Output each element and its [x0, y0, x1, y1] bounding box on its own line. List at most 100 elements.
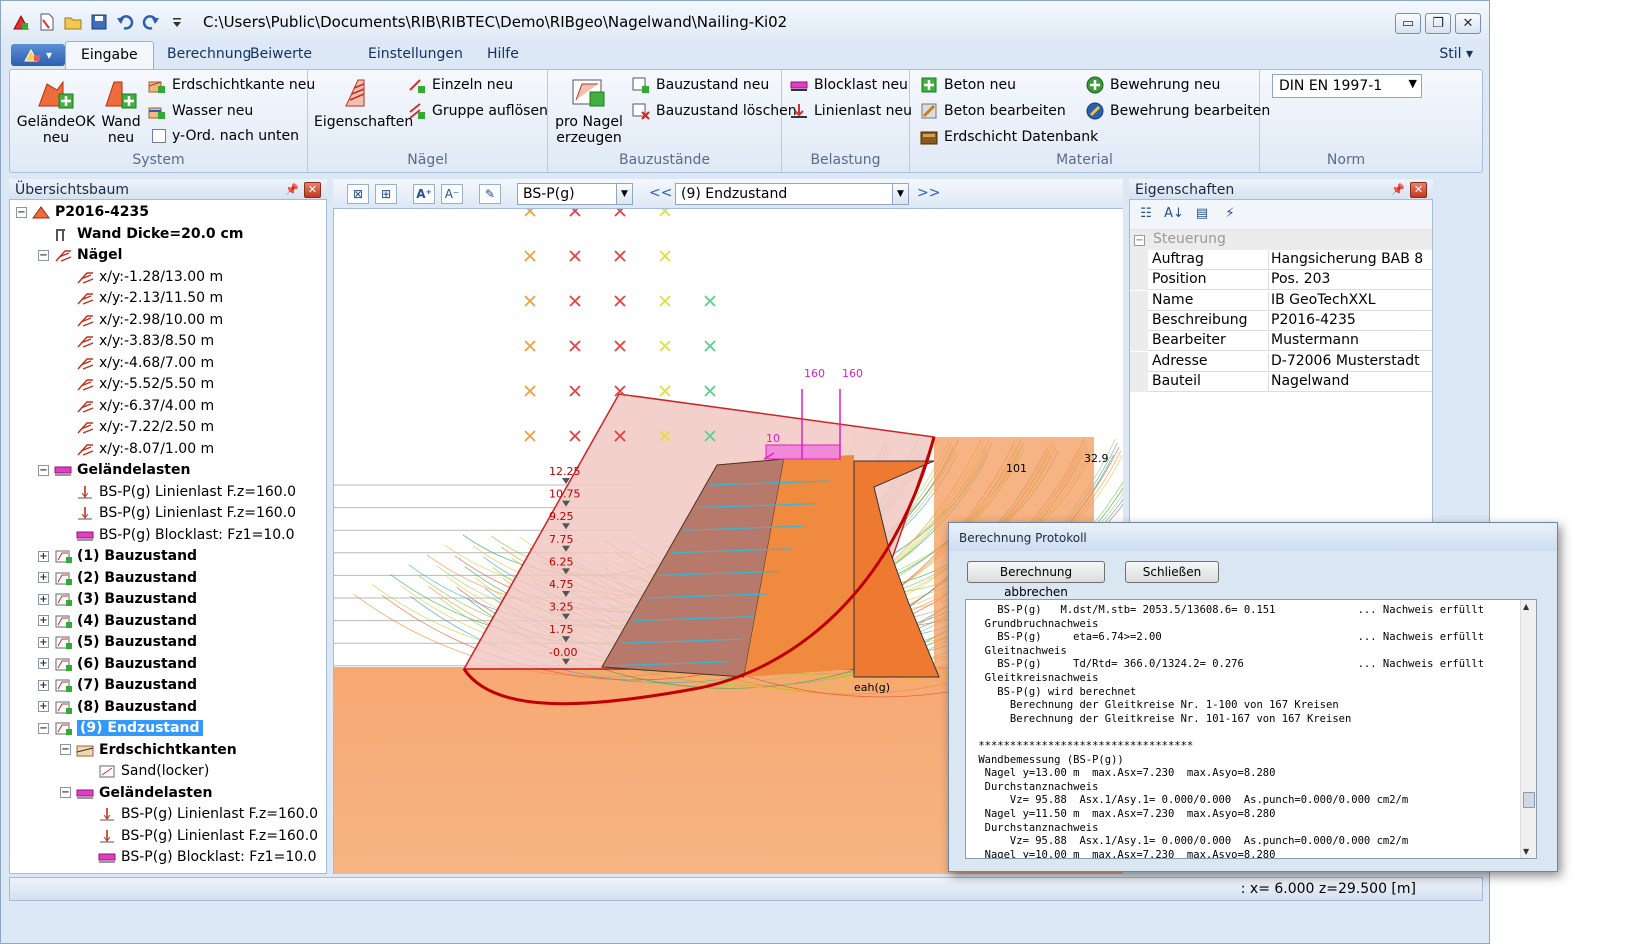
application-menu-button[interactable]: ▾ [11, 44, 65, 66]
property-row[interactable]: Bearbeiter Mustermann [1130, 331, 1432, 352]
tree-node[interactable]: x/y:-1.28/13.00 m [60, 267, 223, 287]
expand-icon[interactable]: + [38, 701, 49, 712]
y-ord-checkbox[interactable]: y-Ord. nach unten [150, 128, 299, 144]
property-row[interactable]: Beschreibung P2016-4235 [1130, 310, 1432, 331]
property-row[interactable]: Name IB GeoTechXXL [1130, 290, 1432, 311]
customize-toolbar-icon[interactable] [167, 12, 187, 32]
collapse-icon[interactable]: − [38, 249, 49, 261]
beton-new-button[interactable]: Beton neu [920, 76, 1016, 94]
stil-menu[interactable]: Stil ▾ [1439, 46, 1473, 62]
tree-node[interactable]: + (6) Bauzustand [38, 654, 197, 674]
categorized-icon[interactable]: ☷ [1136, 206, 1156, 224]
beton-edit-button[interactable]: Beton bearbeiten [920, 102, 1066, 120]
scroll-up-icon[interactable]: ▲ [1523, 602, 1529, 611]
tree-node[interactable]: − Geländelasten [60, 783, 212, 803]
collapse-icon[interactable]: − [60, 744, 71, 755]
collapse-icon[interactable]: − [38, 464, 49, 476]
edit-pencil-icon[interactable]: ✎ [479, 184, 501, 204]
collapse-icon[interactable]: − [16, 206, 27, 218]
property-pages-icon[interactable]: ▤ [1192, 206, 1212, 224]
property-row[interactable]: Bauteil Nagelwand [1130, 371, 1432, 392]
log-scrollbar[interactable]: ▲ ▼ [1520, 600, 1536, 858]
maximize-button[interactable]: ❐ [1425, 13, 1451, 34]
tree-node[interactable]: x/y:-8.07/1.00 m [60, 439, 214, 459]
tree-node[interactable]: − P2016-4235 [16, 202, 149, 222]
collapse-icon[interactable]: − [38, 722, 49, 734]
tree-node[interactable]: BS-P(g) Linienlast F.z=160.0 [82, 804, 318, 824]
category-steuerung[interactable]: − Steuerung [1130, 230, 1432, 250]
tree-node[interactable]: Sand(locker) [82, 761, 209, 781]
font-larger-icon[interactable]: A⁺ [413, 184, 435, 204]
tree-node[interactable]: x/y:-5.52/5.50 m [60, 374, 214, 394]
save-icon[interactable] [89, 12, 109, 32]
tree-node[interactable]: BS-P(g) Linienlast F.z=160.0 [60, 503, 296, 523]
property-row[interactable]: Position Pos. 203 [1130, 270, 1432, 291]
gruppe-aufloesen-button[interactable]: Gruppe auflösen [408, 102, 548, 120]
property-value[interactable]: D-72006 Musterstadt [1268, 352, 1420, 372]
redo-icon[interactable] [141, 12, 161, 32]
blocklast-new-button[interactable]: Blocklast neu [790, 76, 908, 94]
tree-node[interactable]: x/y:-3.83/8.50 m [60, 331, 214, 351]
tree-node[interactable]: x/y:-4.68/7.00 m [60, 353, 214, 373]
tree-node[interactable]: + (2) Bauzustand [38, 568, 197, 588]
pin-icon[interactable]: 📌 [285, 183, 299, 196]
tab-einstellungen[interactable]: Einstellungen [360, 46, 471, 62]
pin-icon[interactable]: 📌 [1391, 183, 1405, 196]
app-icon[interactable] [11, 12, 31, 32]
tree-node[interactable]: + (3) Bauzustand [38, 589, 197, 609]
tab-beiwerte[interactable]: Beiwerte [242, 46, 320, 62]
previous-state-button[interactable]: << [649, 185, 672, 201]
load-case-select[interactable]: BS-P(g) ▼ [517, 183, 633, 205]
log-output[interactable]: BS-P(g) M.dst/M.stb= 2053.5/13608.6= 0.1… [965, 599, 1537, 859]
property-value[interactable]: Pos. 203 [1268, 271, 1330, 291]
tree-node[interactable]: − (9) Endzustand [38, 718, 203, 738]
wasser-new-button[interactable]: Wasser neu [148, 102, 253, 120]
tree-node[interactable]: x/y:-7.22/2.50 m [60, 417, 214, 437]
norm-select[interactable]: DIN EN 1997-1 ▼ [1272, 74, 1422, 98]
close-panel-icon[interactable]: ✕ [304, 182, 321, 198]
zoom-window-icon[interactable]: ⊞ [375, 184, 397, 204]
tree-node[interactable]: BS-P(g) Linienlast F.z=160.0 [60, 482, 296, 502]
tree-node[interactable]: − Nägel [38, 245, 122, 265]
collapse-icon[interactable]: − [1134, 235, 1145, 246]
open-folder-icon[interactable] [63, 12, 83, 32]
tree-node[interactable]: − Geländelasten [38, 460, 190, 480]
erdschicht-datenbank-button[interactable]: Erdschicht Datenbank [920, 128, 1098, 146]
close-dialog-button[interactable]: Schließen [1125, 561, 1219, 583]
minimize-button[interactable]: ▭ [1395, 13, 1421, 34]
pro-nagel-erzeugen-button[interactable]: pro Nagel erzeugen [552, 76, 626, 146]
tree-node[interactable]: x/y:-2.13/11.50 m [60, 288, 223, 308]
expand-icon[interactable]: + [38, 658, 49, 669]
font-smaller-icon[interactable]: A⁻ [441, 184, 463, 204]
linienlast-new-button[interactable]: Linienlast neu [790, 102, 912, 120]
bauzustand-delete-button[interactable]: Bauzustand löschen [632, 102, 797, 120]
zoom-fit-icon[interactable]: ⊠ [347, 184, 369, 204]
events-icon[interactable]: ⚡ [1220, 206, 1240, 224]
collapse-icon[interactable]: − [60, 787, 71, 798]
close-panel-icon[interactable]: ✕ [1410, 182, 1427, 198]
wand-new-button[interactable]: Wand neu [96, 76, 146, 146]
property-value[interactable]: Nagelwand [1268, 372, 1349, 392]
next-state-button[interactable]: >> [917, 185, 940, 201]
new-file-icon[interactable] [37, 12, 57, 32]
sort-az-icon[interactable]: A↓ [1164, 206, 1184, 224]
expand-icon[interactable]: + [38, 679, 49, 691]
checkbox-box[interactable] [152, 129, 166, 143]
tree-node[interactable]: x/y:-2.98/10.00 m [60, 310, 223, 330]
bewehrung-edit-button[interactable]: Bewehrung bearbeiten [1086, 102, 1270, 120]
expand-icon[interactable]: + [38, 636, 49, 648]
scroll-down-icon[interactable]: ▼ [1523, 847, 1529, 856]
einzeln-new-button[interactable]: Einzeln neu [408, 76, 513, 94]
property-value[interactable]: IB GeoTechXXL [1268, 291, 1376, 311]
close-window-button[interactable]: ✕ [1455, 13, 1481, 34]
scroll-thumb[interactable] [1523, 792, 1535, 808]
property-value[interactable]: Hangsicherung BAB 8 [1268, 251, 1423, 270]
tree-node[interactable]: + (5) Bauzustand [38, 632, 197, 652]
property-row[interactable]: Adresse D-72006 Musterstadt [1130, 351, 1432, 372]
tree-node[interactable]: BS-P(g) Linienlast F.z=160.0 [82, 826, 318, 846]
tree-node[interactable]: − Erdschichtkanten [60, 740, 237, 760]
tree-node[interactable]: + (8) Bauzustand [38, 697, 197, 717]
property-value[interactable]: Mustermann [1268, 332, 1359, 352]
tree-node[interactable]: Wand Dicke=20.0 cm [38, 224, 243, 244]
expand-icon[interactable]: + [38, 615, 49, 626]
